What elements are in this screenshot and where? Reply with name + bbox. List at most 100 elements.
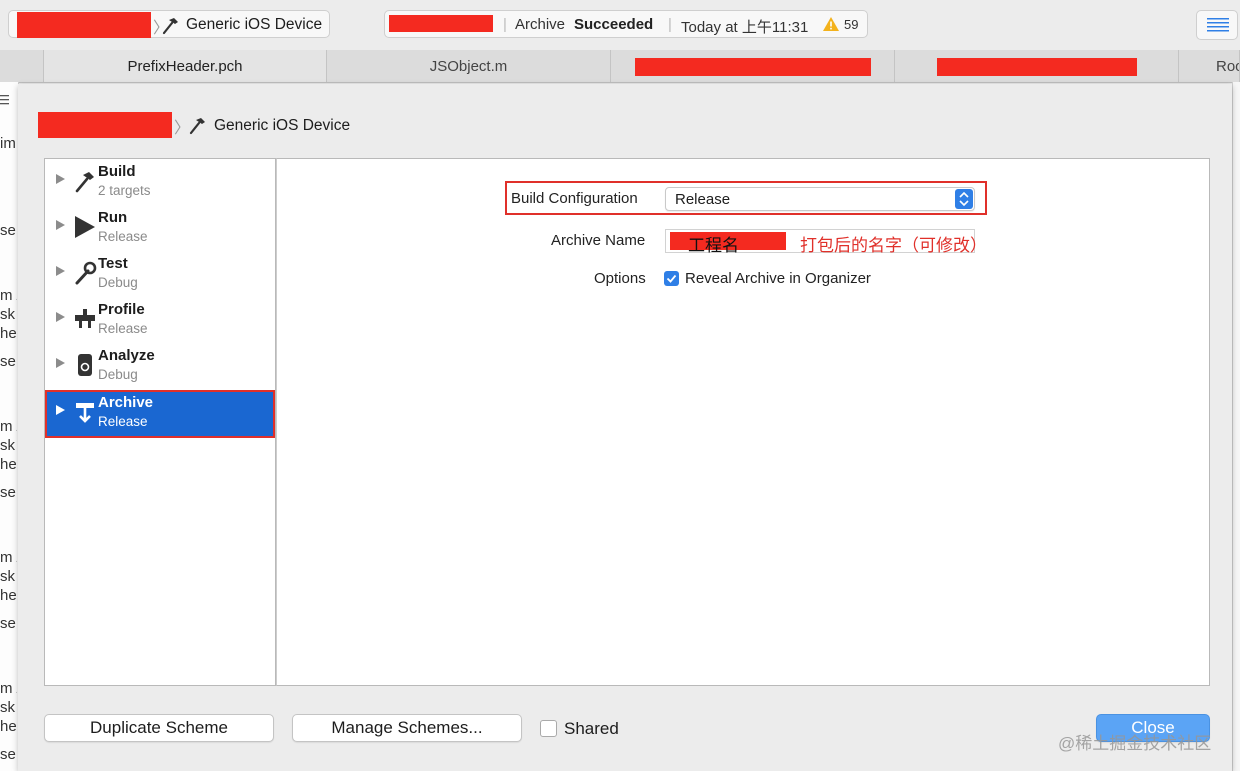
redacted-scheme-name (38, 112, 172, 138)
watermark: @稀土掘金技术社区 (1058, 734, 1212, 753)
wrench-icon (75, 261, 97, 285)
play-icon (75, 216, 95, 238)
tab-redacted-1[interactable] (611, 50, 895, 82)
archive-settings-panel: Build Configuration Release Archive Name… (276, 158, 1210, 686)
action-analyze[interactable]: Analyze Debug (46, 344, 274, 390)
disclosure-triangle-icon[interactable] (56, 220, 65, 230)
code-fragment: he (0, 718, 17, 735)
build-configuration-select[interactable]: Release (665, 187, 975, 211)
status-result: Succeeded (574, 16, 654, 33)
reveal-archive-label: Reveal Archive in Organizer (685, 270, 871, 287)
tab-spacer (0, 50, 44, 82)
right-gutter (1232, 82, 1240, 771)
tab-redacted-2[interactable] (895, 50, 1179, 82)
action-name: Build (98, 163, 136, 180)
tab-prefixheader[interactable]: PrefixHeader.pch (44, 50, 327, 82)
action-subtitle: 2 targets (98, 183, 151, 198)
hammer-icon (75, 172, 94, 193)
action-run[interactable]: Run Release (46, 206, 274, 252)
editor-toggle-button[interactable] (1196, 10, 1238, 40)
redacted-scheme-name (17, 12, 151, 38)
action-test[interactable]: Test Debug (46, 252, 274, 298)
action-subtitle: Debug (98, 367, 138, 382)
action-name: Test (98, 255, 128, 272)
action-subtitle: Release (98, 229, 148, 244)
archive-name-label: Archive Name (551, 232, 646, 249)
code-fragment: m / (0, 680, 17, 697)
shared-checkbox[interactable] (540, 720, 557, 737)
tab-jsobject[interactable]: JSObject.m (327, 50, 611, 82)
device-label: Generic iOS Device (186, 16, 323, 33)
options-label: Options (594, 270, 646, 287)
disclosure-triangle-icon[interactable] (56, 358, 65, 368)
analyze-icon (78, 354, 92, 376)
duplicate-scheme-button[interactable]: Duplicate Scheme (44, 714, 274, 742)
action-subtitle: Release (98, 321, 148, 336)
redacted-project-name (389, 15, 493, 32)
checkmark-icon (666, 274, 677, 283)
code-fragment: sk (0, 699, 15, 716)
code-fragment: sk (0, 306, 15, 323)
action-name: Run (98, 209, 128, 226)
redacted-tab-name (937, 58, 1137, 76)
scheme-action-list: Build 2 targets Run Release Test Debug P… (44, 158, 276, 686)
code-fragment: se (0, 353, 16, 370)
disclosure-triangle-icon[interactable] (56, 312, 65, 322)
redacted-tab-name (635, 58, 871, 76)
hammer-icon (162, 18, 178, 35)
code-fragment: m / (0, 549, 17, 566)
tab-truncated[interactable]: Roo (1179, 50, 1240, 82)
code-fragment: he (0, 587, 17, 604)
code-fragment: m / (0, 418, 17, 435)
code-fragment: se (0, 222, 16, 239)
code-fragment: im (0, 135, 16, 152)
action-profile[interactable]: Profile Release (46, 298, 274, 344)
status-action: Archive (515, 16, 566, 33)
code-fragment: sk (0, 568, 15, 585)
code-fragment: se (0, 484, 16, 501)
action-subtitle: Debug (98, 275, 138, 290)
code-fragment: he (0, 325, 17, 342)
hammer-icon (189, 118, 205, 135)
code-fragment: se (0, 746, 16, 763)
archive-icon (76, 403, 94, 423)
separator: | (668, 16, 672, 33)
warning-icon[interactable] (822, 16, 840, 32)
build-configuration-label: Build Configuration (511, 190, 638, 207)
code-fragment: m / (0, 287, 17, 304)
scheme-selector[interactable]: 〉 Generic iOS Device (8, 10, 330, 38)
disclosure-triangle-icon[interactable] (56, 266, 65, 276)
list-icon (0, 95, 9, 105)
code-fragment: se (0, 615, 16, 632)
warning-count: 59 (844, 17, 859, 32)
separator: | (503, 16, 507, 33)
window-toolbar: 〉 Generic iOS Device | Archive Succeeded… (0, 0, 1240, 51)
action-name: Archive (98, 394, 154, 411)
annotation-text: 打包后的名字（可修改） (800, 236, 987, 255)
disclosure-triangle-icon[interactable] (56, 405, 65, 415)
code-fragment: he (0, 456, 17, 473)
archive-name-input[interactable]: 工程名 打包后的名字（可修改） (665, 229, 987, 255)
profile-instrument-icon (75, 309, 95, 328)
activity-status: | Archive Succeeded | Today at 上午11:31 5… (384, 10, 868, 38)
editor-tab-bar: PrefixHeader.pch JSObject.m Roo (0, 50, 1240, 83)
manage-schemes-button[interactable]: Manage Schemes... (292, 714, 522, 742)
scheme-editor-sheet: 〉 Generic iOS Device Build 2 targets Run… (18, 84, 1232, 771)
code-fragment: sk (0, 437, 15, 454)
action-build[interactable]: Build 2 targets (46, 160, 274, 206)
select-value: Release (675, 191, 731, 208)
action-name: Profile (98, 301, 145, 318)
action-name: Analyze (98, 347, 155, 364)
text-lines-icon (1207, 18, 1229, 32)
archive-name-value: 工程名 (688, 236, 739, 255)
reveal-archive-checkbox[interactable] (664, 271, 679, 286)
action-archive[interactable]: Archive Release (45, 390, 275, 438)
status-time: Today at 上午11:31 (681, 19, 809, 36)
up-down-chevron-icon (955, 189, 973, 209)
background-editor: im se m / sk he se m / sk he se m / sk h… (0, 82, 19, 771)
sheet-scheme-selector[interactable]: 〉 Generic iOS Device (38, 112, 438, 138)
disclosure-triangle-icon[interactable] (56, 174, 65, 184)
shared-label: Shared (564, 719, 619, 738)
action-subtitle: Release (98, 414, 148, 429)
device-label: Generic iOS Device (214, 117, 351, 134)
